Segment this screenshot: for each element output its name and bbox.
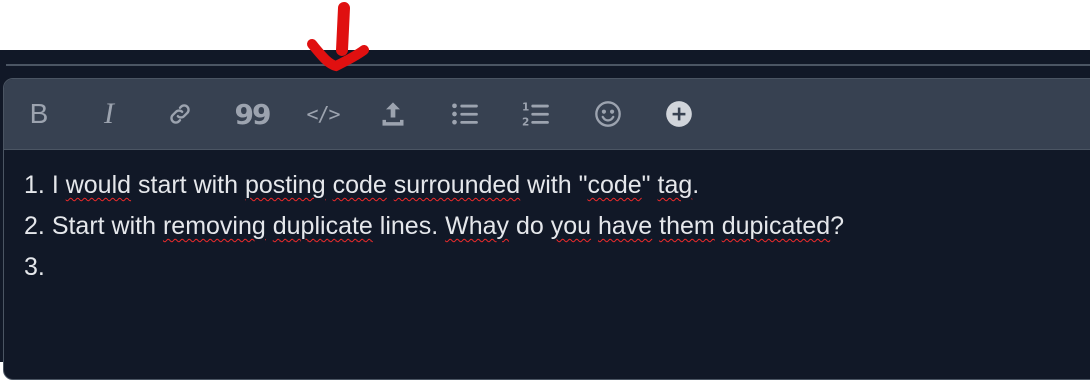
code-icon: </>: [306, 102, 340, 126]
emoji-button[interactable]: [587, 93, 629, 135]
italic-button[interactable]: I: [88, 93, 130, 135]
blockquote-button[interactable]: 99: [231, 93, 273, 135]
misspelled-word: surrounded: [393, 171, 521, 199]
word: do: [515, 212, 544, 240]
line-number: 3.: [24, 253, 45, 281]
misspelled-word: Whay: [445, 212, 510, 240]
composer-editor: B I 99 </> 1 2 1. I would start with pos…: [3, 78, 1090, 380]
text-line-3: 3.: [24, 247, 1090, 288]
misspelled-word: code: [332, 171, 387, 199]
text-line-2: 2. Start with removing duplicate lines. …: [24, 206, 1090, 247]
word: ?: [830, 212, 845, 240]
word: ": [641, 171, 651, 199]
misspelled-word: you: [550, 212, 592, 240]
numbered-list-icon: 1 2: [522, 102, 549, 128]
word: Start with: [51, 212, 157, 240]
line-number: 2.: [24, 212, 45, 240]
numbered-list-button[interactable]: 1 2: [515, 93, 557, 135]
italic-icon: I: [104, 97, 114, 130]
misspelled-word: code: [587, 171, 642, 199]
code-button[interactable]: </>: [302, 93, 344, 135]
bold-button[interactable]: B: [18, 93, 60, 135]
formatting-toolbar: B I 99 </> 1 2: [4, 79, 1090, 150]
bullet-list-icon: [452, 103, 478, 125]
misspelled-word: would: [65, 171, 132, 199]
page-top-area: [0, 0, 1090, 50]
upload-button[interactable]: [372, 93, 414, 135]
add-icon: [666, 101, 692, 127]
emoji-icon: [595, 101, 621, 127]
word: start with: [138, 171, 239, 199]
misspelled-word: dupicated: [721, 212, 831, 240]
bold-icon: B: [29, 98, 49, 129]
misspelled-word: posting: [244, 171, 326, 199]
svg-text:1: 1: [522, 102, 529, 114]
divider: [6, 64, 1090, 66]
word: .: [692, 171, 700, 199]
misspelled-word: them: [659, 212, 715, 240]
add-button[interactable]: [658, 93, 700, 135]
misspelled-word: duplicate: [272, 212, 373, 240]
misspelled-word: removing: [162, 212, 266, 240]
word: lines.: [379, 212, 439, 240]
misspelled-word: have: [598, 212, 653, 240]
line-number: 1.: [24, 171, 45, 199]
text-line-1: 1. I would start with posting code surro…: [24, 165, 1090, 206]
blockquote-icon: 99: [234, 97, 272, 131]
bullet-list-button[interactable]: [444, 93, 486, 135]
word: with ": [527, 171, 588, 199]
link-button[interactable]: [159, 93, 201, 135]
editor-textarea[interactable]: 1. I would start with posting code surro…: [24, 165, 1090, 288]
svg-text:2: 2: [522, 117, 529, 128]
word: I: [51, 171, 59, 199]
link-icon: [170, 104, 190, 124]
upload-icon: [382, 102, 404, 126]
misspelled-word: tag: [657, 171, 693, 199]
